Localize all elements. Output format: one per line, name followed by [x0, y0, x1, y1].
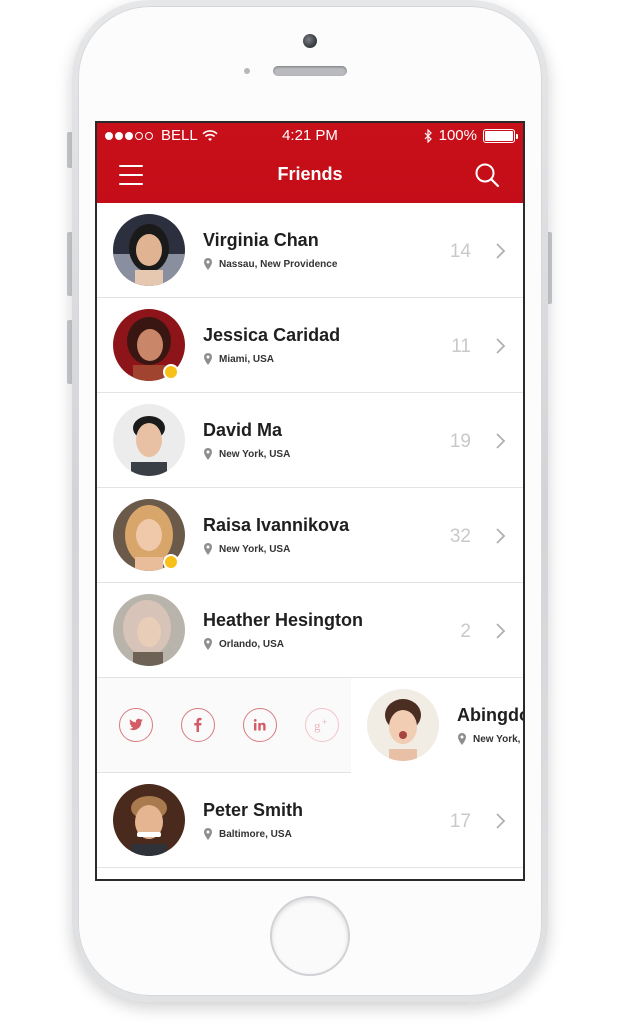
location-text: New York, [473, 733, 521, 745]
friend-count: 14 [449, 241, 471, 262]
chevron-right-icon [496, 813, 506, 829]
friend-count: 2 [460, 621, 471, 642]
friend-row[interactable]: Raisa Ivannikova New York, USA 32 [97, 488, 523, 583]
svg-text:g: g [314, 718, 321, 733]
location-pin-icon [204, 353, 212, 365]
avatar [113, 784, 185, 856]
home-button[interactable] [270, 896, 350, 976]
friend-location: Baltimore, USA [203, 828, 292, 840]
friend-location: New York, USA [203, 543, 290, 555]
nav-bar: Friends [97, 153, 523, 197]
app-header: BELL 4:21 PM 100% Friends [97, 123, 523, 203]
location-text: New York, USA [219, 543, 291, 555]
location-pin-icon [204, 638, 212, 650]
online-status-dot [163, 554, 179, 570]
status-bar: BELL 4:21 PM 100% [97, 123, 523, 149]
location-pin-icon [204, 543, 212, 555]
friend-row[interactable]: David Ma New York, USA 19 [97, 393, 523, 488]
earpiece-speaker [273, 66, 347, 76]
friend-name: Peter Smith [203, 800, 304, 820]
linkedin-icon [253, 719, 266, 731]
proximity-sensor [244, 68, 250, 74]
share-twitter-button[interactable] [119, 708, 153, 742]
friends-list: Virginia Chan Nassau, New Providence 14 … [97, 203, 523, 868]
share-linkedin-button[interactable] [243, 708, 277, 742]
location-text: Miami, USA [219, 353, 275, 365]
front-camera [303, 34, 317, 48]
bluetooth-icon [424, 128, 432, 143]
chevron-right-icon [496, 623, 506, 639]
page-title: Friends [277, 164, 343, 184]
chevron-right-icon [496, 243, 506, 259]
location-pin-icon [204, 828, 212, 840]
friend-name: Raisa Ivannikova [203, 515, 350, 535]
svg-text:+: + [322, 717, 327, 727]
friend-row-swiped[interactable]: g + Abingdo New York, [97, 678, 523, 773]
friend-location: Nassau, New Providence [203, 258, 337, 270]
location-pin-icon [204, 258, 212, 270]
share-google-plus-button[interactable]: g + [305, 708, 339, 742]
facebook-icon [194, 717, 202, 732]
avatar [367, 689, 439, 761]
location-text: Nassau, New Providence [219, 258, 338, 270]
avatar [113, 594, 185, 666]
chevron-right-icon [496, 433, 506, 449]
friend-name: Heather Hesington [203, 610, 364, 630]
friend-name: Jessica Caridad [203, 325, 341, 345]
chevron-right-icon [496, 528, 506, 544]
friend-name: Abingdo [457, 705, 525, 725]
friend-row[interactable]: Virginia Chan Nassau, New Providence 14 [97, 203, 523, 298]
location-pin-icon [204, 448, 212, 460]
friend-count: 32 [449, 526, 471, 547]
friend-location: New York, [457, 733, 520, 745]
google-plus-icon: g + [314, 717, 327, 733]
friend-count: 11 [451, 336, 471, 357]
swiped-row-content[interactable]: Abingdo New York, [351, 678, 525, 773]
avatar [113, 214, 185, 286]
battery-percent: 100% [438, 127, 477, 144]
friend-count: 19 [449, 431, 471, 452]
online-status-dot [163, 364, 179, 380]
friend-row[interactable]: Heather Hesington Orlando, USA 2 [97, 583, 523, 678]
location-text: Orlando, USA [219, 638, 285, 650]
location-text: New York, USA [219, 448, 291, 460]
avatar [113, 404, 185, 476]
share-facebook-button[interactable] [181, 708, 215, 742]
search-icon[interactable] [473, 161, 501, 189]
chevron-right-icon [496, 338, 506, 354]
friend-count: 17 [449, 811, 471, 832]
twitter-icon [129, 718, 143, 731]
friend-location: Miami, USA [203, 353, 274, 365]
friend-name: David Ma [203, 420, 283, 440]
friend-row[interactable]: Jessica Caridad Miami, USA 11 [97, 298, 523, 393]
friend-location: New York, USA [203, 448, 290, 460]
location-text: Baltimore, USA [219, 828, 292, 840]
friend-row[interactable]: Peter Smith Baltimore, USA 17 [97, 773, 523, 868]
location-pin-icon [458, 733, 466, 745]
app-screen: BELL 4:21 PM 100% Friends Virginia Chan … [95, 121, 525, 881]
battery-icon [483, 128, 518, 143]
friend-name: Virginia Chan [203, 230, 319, 250]
friend-location: Orlando, USA [203, 638, 284, 650]
